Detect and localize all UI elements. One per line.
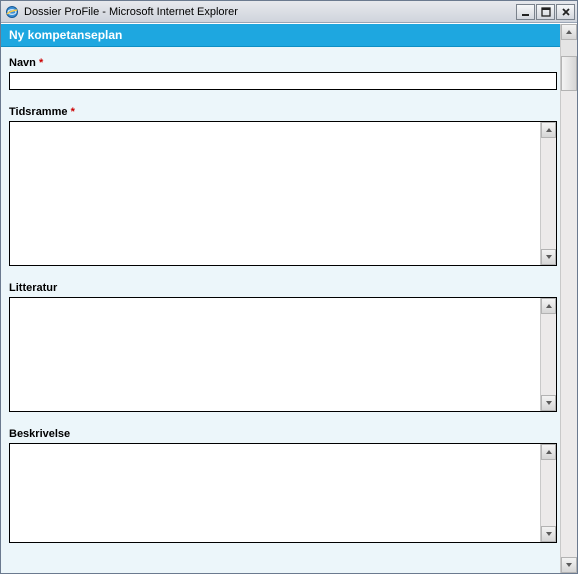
navn-input[interactable] [9, 72, 557, 90]
scroll-down-icon[interactable] [561, 557, 577, 573]
app-window: Dossier ProFile - Microsoft Internet Exp… [0, 0, 578, 574]
label-litteratur: Litteratur [9, 282, 552, 294]
litteratur-wrap [9, 297, 557, 412]
label-beskrivelse-text: Beskrivelse [9, 428, 70, 440]
label-navn-text: Navn [9, 57, 36, 69]
label-litteratur-text: Litteratur [9, 282, 57, 294]
litteratur-scrollbar[interactable] [540, 298, 556, 411]
scroll-track[interactable] [541, 460, 556, 526]
scroll-track[interactable] [561, 91, 577, 557]
litteratur-input[interactable] [10, 298, 540, 411]
ie-icon [5, 5, 19, 19]
tidsramme-scrollbar[interactable] [540, 122, 556, 265]
form-body: Navn * Tidsramme * [1, 47, 560, 567]
scroll-thumb[interactable] [561, 56, 577, 91]
scroll-down-icon[interactable] [541, 249, 556, 265]
client-area: Ny kompetanseplan Navn * Tidsramme * [1, 23, 577, 573]
label-beskrivelse: Beskrivelse [9, 428, 552, 440]
window-title: Dossier ProFile - Microsoft Internet Exp… [24, 6, 516, 18]
required-navn: * [39, 57, 43, 69]
scroll-down-icon[interactable] [541, 395, 556, 411]
scroll-up-icon[interactable] [541, 444, 556, 460]
beskrivelse-wrap [9, 443, 557, 543]
scroll-track[interactable] [541, 314, 556, 395]
scroll-track[interactable] [541, 138, 556, 249]
field-litteratur: Litteratur [9, 282, 552, 412]
page-heading: Ny kompetanseplan [1, 24, 560, 47]
page-scrollbar[interactable] [560, 24, 577, 573]
scroll-down-icon[interactable] [541, 526, 556, 542]
window-buttons [516, 4, 575, 20]
scroll-up-icon[interactable] [561, 24, 577, 40]
label-tidsramme: Tidsramme * [9, 106, 552, 118]
scroll-up-icon[interactable] [541, 122, 556, 138]
label-tidsramme-text: Tidsramme [9, 106, 68, 118]
label-navn: Navn * [9, 57, 552, 69]
field-tidsramme: Tidsramme * [9, 106, 552, 266]
tidsramme-wrap [9, 121, 557, 266]
content-pane: Ny kompetanseplan Navn * Tidsramme * [1, 24, 560, 573]
beskrivelse-scrollbar[interactable] [540, 444, 556, 542]
close-button[interactable] [556, 4, 575, 20]
scroll-up-icon[interactable] [541, 298, 556, 314]
minimize-button[interactable] [516, 4, 535, 20]
beskrivelse-input[interactable] [10, 444, 540, 542]
tidsramme-input[interactable] [10, 122, 540, 265]
maximize-button[interactable] [536, 4, 555, 20]
required-tidsramme: * [71, 106, 75, 118]
titlebar: Dossier ProFile - Microsoft Internet Exp… [1, 1, 577, 23]
field-beskrivelse: Beskrivelse [9, 428, 552, 543]
field-navn: Navn * [9, 57, 552, 90]
